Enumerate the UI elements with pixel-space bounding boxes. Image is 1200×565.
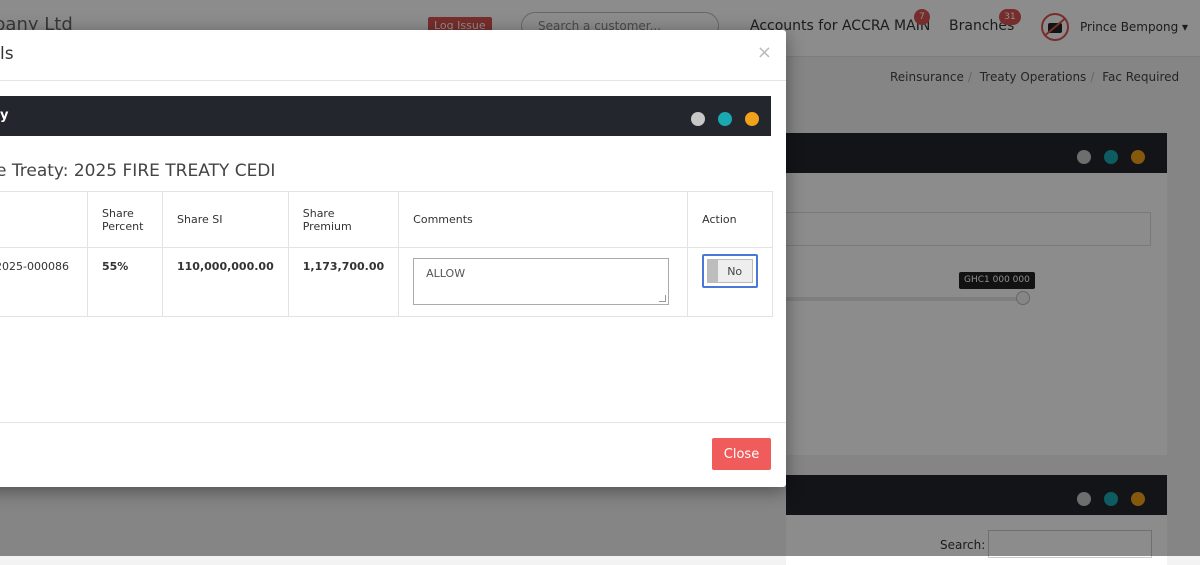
share-si-cell: 110,000,000.00 xyxy=(162,247,289,317)
modal-title: ls xyxy=(0,44,14,64)
table-row: 2025-000086 55% 110,000,000.00 1,173,700… xyxy=(0,247,774,317)
action-cell: No xyxy=(687,247,774,317)
treaty-share-table: Share Percent Share SI Share Premium Com… xyxy=(0,191,774,317)
collapse-icon[interactable] xyxy=(745,111,759,126)
column-header: Share Percent xyxy=(87,191,163,248)
column-header: Comments xyxy=(398,191,689,248)
expand-icon[interactable] xyxy=(690,111,705,126)
inner-panel-header: y xyxy=(0,96,771,136)
comment-textarea[interactable]: ALLOW xyxy=(413,258,670,305)
column-header: Share SI xyxy=(162,191,289,248)
column-header xyxy=(0,191,88,248)
table-header-row: Share Percent Share SI Share Premium Com… xyxy=(0,191,774,248)
close-button[interactable]: Close xyxy=(712,438,771,470)
action-toggle[interactable]: No xyxy=(702,254,759,288)
divider xyxy=(0,80,786,81)
comments-cell: ALLOW xyxy=(398,247,689,317)
toggle-knob xyxy=(708,260,719,282)
treaty-details-modal: ls × y e Treaty: 2025 FIRE TREATY CEDI S… xyxy=(0,30,786,487)
divider xyxy=(0,422,786,423)
inner-panel-title: y xyxy=(0,108,9,123)
column-header: Action xyxy=(687,191,774,248)
refresh-icon[interactable] xyxy=(717,111,732,126)
column-header: Share Premium xyxy=(287,191,400,248)
share-premium-cell: 1,173,700.00 xyxy=(287,247,400,317)
close-icon[interactable]: × xyxy=(757,42,772,63)
toggle-track: No xyxy=(707,259,754,283)
toggle-label: No xyxy=(727,265,743,278)
reference-cell: 2025-000086 xyxy=(0,247,88,317)
share-percent-cell: 55% xyxy=(87,247,163,317)
treaty-heading: e Treaty: 2025 FIRE TREATY CEDI xyxy=(0,161,276,181)
